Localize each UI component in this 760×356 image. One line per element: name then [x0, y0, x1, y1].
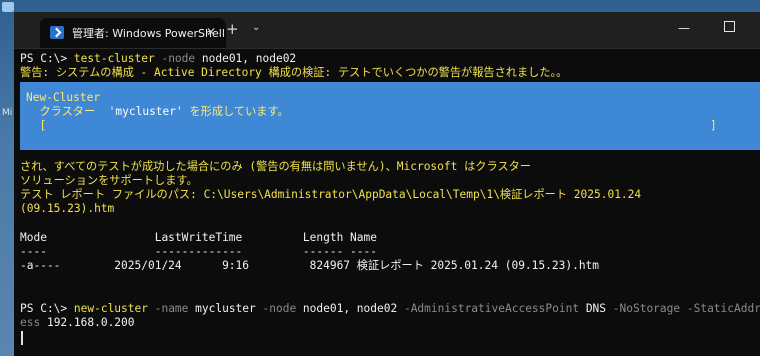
argument: 192.168.0.200 [40, 316, 135, 329]
info-line-3: テスト レポート ファイルのパス: C:\Users\Administrator… [20, 188, 642, 201]
parameter: -AdministrativeAccessPoint [397, 302, 586, 315]
argument: DNS [585, 302, 607, 315]
powershell-icon [50, 26, 64, 39]
chevron-down-icon[interactable]: ⌄ [252, 22, 260, 33]
desktop-shortcut-icon[interactable] [2, 2, 14, 12]
parameter: -name [147, 302, 196, 315]
command: test-cluster [73, 52, 155, 65]
progress-message-prefix: クラスター [26, 105, 109, 118]
parameter: -NoStorage -StaticAddr [606, 302, 760, 315]
argument: node01, node02 [201, 52, 297, 65]
progress-bar-close: ] [710, 119, 717, 132]
title-bar: 管理者: Windows PowerShell ✕ + ⌄ — [14, 12, 760, 49]
info-line-4: (09.15.23).htm [20, 202, 115, 215]
prompt: PS C:\> [20, 302, 74, 315]
maximize-button[interactable] [724, 21, 735, 32]
table-row: -a---- 2025/01/24 9:16 824967 検証レポート 202… [20, 259, 600, 272]
tab-title: 管理者: Windows PowerShell [72, 27, 225, 40]
argument: node01, node02 [302, 302, 398, 315]
parameter: -node [255, 302, 303, 315]
prompt: PS C:\> [20, 52, 74, 65]
cluster-name: 'mycluster' [108, 105, 183, 118]
command-line-1: PS C:\> test-cluster -node node01, node0… [20, 52, 296, 67]
info-line-1: され、すべてのテストが成功した場合にのみ (警告の有無は問いません)、Micro… [20, 160, 532, 173]
info-line-2: ソリューションをサポートします。 [20, 174, 198, 187]
terminal-window: 管理者: Windows PowerShell ✕ + ⌄ — PS C:\> … [14, 12, 760, 356]
new-tab-button[interactable]: + [226, 20, 239, 38]
parameter: ess [20, 316, 41, 329]
tab-powershell[interactable]: 管理者: Windows PowerShell ✕ [40, 18, 226, 48]
progress-panel: New-Cluster クラスター 'mycluster' を形成しています。 … [20, 82, 760, 150]
progress-message: クラスター 'mycluster' を形成しています。 [26, 105, 289, 120]
terminal-output[interactable]: PS C:\> test-cluster -node node01, node0… [14, 48, 760, 356]
close-tab-icon[interactable]: ✕ [206, 25, 216, 39]
progress-bar-open: [ [26, 119, 47, 132]
text-cursor [21, 331, 23, 345]
command: new-cluster [73, 302, 148, 315]
desktop-icon-label: Mi [2, 108, 13, 118]
progress-message-suffix: を形成しています。 [182, 105, 289, 118]
minimize-button[interactable]: — [678, 21, 690, 35]
table-separator: ---- ------------- ------ ---- [20, 245, 377, 258]
warning-line: 警告: システムの構成 - Active Directory 構成の検証: テス… [20, 66, 568, 79]
table-header: Mode LastWriteTime Length Name [20, 231, 377, 244]
argument: mycluster [195, 302, 256, 315]
command-line-2-wrap: ess 192.168.0.200 [20, 316, 135, 331]
command-line-2: PS C:\> new-cluster -name mycluster -nod… [20, 302, 760, 317]
progress-title: New-Cluster [26, 91, 101, 104]
parameter: -node [154, 52, 202, 65]
